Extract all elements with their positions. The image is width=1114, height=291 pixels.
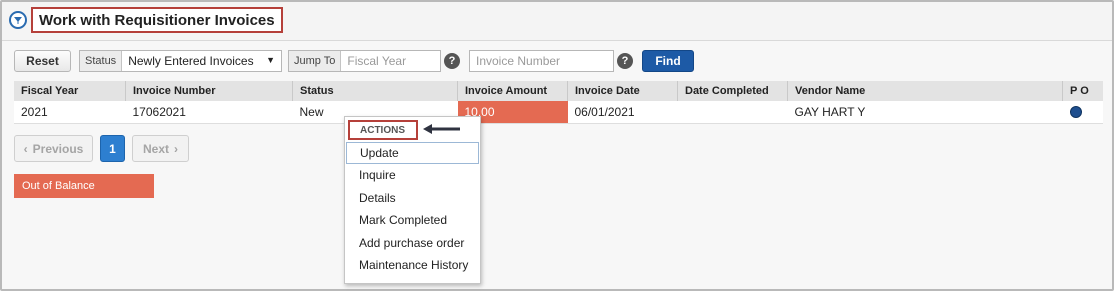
invoice-table: Fiscal Year Invoice Number Status Invoic… — [14, 81, 1103, 124]
menu-item-add-purchase-order[interactable]: Add purchase order — [346, 232, 479, 254]
previous-page-button[interactable]: ‹ Previous — [14, 135, 93, 162]
cell-fiscal-year: 2021 — [14, 101, 126, 124]
help-icon[interactable]: ? — [444, 53, 460, 69]
previous-page-label: Previous — [32, 141, 84, 156]
status-select-value: Newly Entered Invoices — [128, 54, 254, 68]
column-header-po[interactable]: P O — [1062, 81, 1103, 101]
menu-item-inquire[interactable]: Inquire — [346, 164, 479, 186]
page-title: Work with Requisitioner Invoices — [31, 7, 283, 33]
actions-menu: ACTIONS Update Inquire Details Mark Comp… — [344, 116, 481, 284]
chevron-down-icon: ▼ — [266, 55, 275, 65]
cell-vendor-name: GAY HART Y — [787, 101, 1063, 124]
table-header-row: Fiscal Year Invoice Number Status Invoic… — [14, 81, 1103, 101]
info-icon[interactable] — [1069, 105, 1082, 118]
column-header-vendor-name[interactable]: Vendor Name — [787, 81, 1063, 101]
column-header-fiscal-year[interactable]: Fiscal Year — [14, 81, 126, 101]
reset-button[interactable]: Reset — [14, 50, 71, 72]
help-icon[interactable]: ? — [617, 53, 633, 69]
status-select[interactable]: Newly Entered Invoices — [122, 51, 281, 71]
table-row[interactable]: 2021 17062021 New 10.00 06/01/2021 GAY H… — [14, 101, 1103, 124]
page-header: Work with Requisitioner Invoices — [2, 2, 1112, 41]
next-page-button[interactable]: Next › — [132, 135, 189, 162]
cell-invoice-date: 06/01/2021 — [567, 101, 678, 124]
invoice-number-placeholder: Invoice Number — [476, 54, 561, 68]
column-header-invoice-number[interactable]: Invoice Number — [125, 81, 293, 101]
funnel-icon — [14, 17, 22, 24]
menu-item-update[interactable]: Update — [346, 142, 479, 164]
menu-item-mark-completed[interactable]: Mark Completed — [346, 209, 479, 231]
filter-toggle-icon[interactable] — [9, 11, 27, 29]
jump-to-label: Jump To — [289, 51, 342, 71]
column-header-invoice-date[interactable]: Invoice Date — [567, 81, 678, 101]
pointer-arrow-icon — [423, 124, 460, 134]
menu-item-details[interactable]: Details — [346, 187, 479, 209]
page-number-current[interactable]: 1 — [100, 135, 125, 162]
jump-to-group: Jump To Fiscal Year — [288, 50, 441, 72]
menu-item-maintenance-history[interactable]: Maintenance History — [346, 254, 479, 276]
next-page-label: Next — [142, 141, 169, 156]
status-filter[interactable]: Status Newly Entered Invoices ▼ — [79, 50, 282, 72]
cell-date-completed — [677, 101, 788, 124]
fiscal-year-input[interactable]: Fiscal Year — [341, 51, 440, 71]
chevron-right-icon: › — [174, 141, 178, 156]
column-header-date-completed[interactable]: Date Completed — [677, 81, 788, 101]
chevron-left-icon: ‹ — [23, 141, 28, 156]
invoice-number-input[interactable]: Invoice Number — [469, 50, 614, 72]
column-header-invoice-amount[interactable]: Invoice Amount — [457, 81, 568, 101]
column-header-status[interactable]: Status — [292, 81, 458, 101]
cell-invoice-number: 17062021 — [125, 101, 293, 124]
out-of-balance-legend: Out of Balance — [14, 174, 154, 198]
window-frame: Work with Requisitioner Invoices Reset S… — [0, 0, 1114, 291]
actions-menu-header: ACTIONS — [348, 120, 418, 140]
status-label: Status — [80, 51, 123, 71]
find-button[interactable]: Find — [642, 50, 694, 72]
fiscal-year-placeholder: Fiscal Year — [347, 54, 407, 68]
cell-po — [1062, 101, 1103, 124]
